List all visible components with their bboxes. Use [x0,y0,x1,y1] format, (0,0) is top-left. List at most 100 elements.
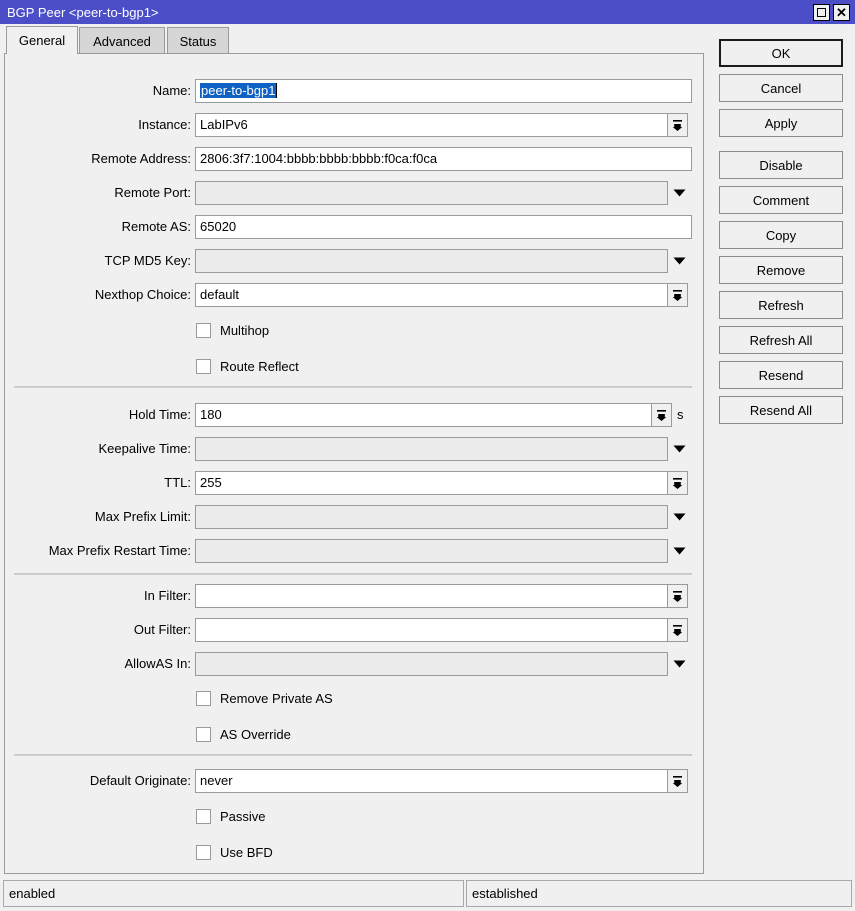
keepalive-time-dropdown-button[interactable] [668,437,690,461]
maximize-icon [817,8,826,17]
field-row-max-prefix-limit: Max Prefix Limit: [5,505,700,529]
remote-address-label: Remote Address: [5,147,191,171]
comment-button[interactable]: Comment [719,186,843,214]
tab-advanced[interactable]: Advanced [79,27,165,54]
down-to-end-icon [672,624,683,637]
route-reflect-label: Route Reflect [220,359,299,374]
hold-time-dropdown-button[interactable] [651,403,672,427]
out-filter-dropdown-button[interactable] [667,618,688,642]
chevron-down-icon [673,547,686,555]
default-originate-dropdown-button[interactable] [667,769,688,793]
hold-time-input[interactable]: 180 [195,403,652,427]
passive-checkbox[interactable] [196,809,211,824]
ok-button[interactable]: OK [719,39,843,67]
name-input[interactable]: peer-to-bgp1 [195,79,692,103]
close-button[interactable]: ✕ [833,4,850,21]
keepalive-time-input[interactable] [195,437,668,461]
passive-checkbox-row[interactable]: Passive [196,805,266,827]
remote-address-input[interactable]: 2806:3f7:1004:bbbb:bbbb:bbbb:f0ca:f0ca [195,147,692,171]
disable-button[interactable]: Disable [719,151,843,179]
route-reflect-checkbox[interactable] [196,359,211,374]
chevron-down-icon [673,513,686,521]
ttl-dropdown-button[interactable] [667,471,688,495]
out-filter-input[interactable] [195,618,668,642]
allowas-in-input[interactable] [195,652,668,676]
nexthop-choice-input[interactable]: default [195,283,668,307]
nexthop-choice-dropdown-button[interactable] [667,283,688,307]
instance-dropdown-button[interactable] [667,113,688,137]
in-filter-label: In Filter: [5,584,191,608]
default-originate-label: Default Originate: [5,769,191,793]
field-row-remote-as: Remote AS: 65020 [5,215,700,239]
max-prefix-restart-time-dropdown-button[interactable] [668,539,690,563]
instance-input[interactable]: LabIPv6 [195,113,668,137]
tcp-md5-key-dropdown-button[interactable] [668,249,690,273]
as-override-checkbox-row[interactable]: AS Override [196,723,291,745]
remote-as-label: Remote AS: [5,215,191,239]
out-filter-label: Out Filter: [5,618,191,642]
resend-all-button[interactable]: Resend All [719,396,843,424]
in-filter-dropdown-button[interactable] [667,584,688,608]
multihop-checkbox[interactable] [196,323,211,338]
refresh-all-button[interactable]: Refresh All [719,326,843,354]
general-tab-panel: Name: peer-to-bgp1 Instance: LabIPv6 Rem… [4,53,704,874]
remote-port-dropdown-button[interactable] [668,181,690,205]
as-override-checkbox[interactable] [196,727,211,742]
multihop-checkbox-row[interactable]: Multihop [196,319,269,341]
field-row-max-prefix-restart-time: Max Prefix Restart Time: [5,539,700,563]
remote-port-label: Remote Port: [5,181,191,205]
section-divider-3 [14,754,692,756]
use-bfd-checkbox[interactable] [196,845,211,860]
down-to-end-icon [656,409,667,422]
copy-button[interactable]: Copy [719,221,843,249]
field-row-remote-address: Remote Address: 2806:3f7:1004:bbbb:bbbb:… [5,147,700,171]
field-row-tcp-md5-key: TCP MD5 Key: [5,249,700,273]
window-titlebar: BGP Peer <peer-to-bgp1> ✕ [0,0,855,24]
max-prefix-restart-time-label: Max Prefix Restart Time: [5,539,191,563]
tab-status-label: Status [180,34,217,49]
status-bar: enabled established [0,880,855,911]
tab-general[interactable]: General [6,26,78,54]
remote-port-input[interactable] [195,181,668,205]
ttl-input[interactable]: 255 [195,471,668,495]
max-prefix-limit-dropdown-button[interactable] [668,505,690,529]
maximize-button[interactable] [813,4,830,21]
field-row-out-filter: Out Filter: [5,618,700,642]
default-originate-input[interactable]: never [195,769,668,793]
tab-advanced-label: Advanced [93,34,151,49]
allowas-in-label: AllowAS In: [5,652,191,676]
apply-button[interactable]: Apply [719,109,843,137]
allowas-in-dropdown-button[interactable] [668,652,690,676]
name-label: Name: [5,79,191,103]
max-prefix-limit-label: Max Prefix Limit: [5,505,191,529]
field-row-name: Name: peer-to-bgp1 [5,79,700,103]
resend-button[interactable]: Resend [719,361,843,389]
tab-status[interactable]: Status [167,27,229,54]
tcp-md5-key-input[interactable] [195,249,668,273]
action-button-column: OK Cancel Apply Disable Comment Copy Rem… [719,39,843,431]
status-enabled-pane: enabled [3,880,464,907]
field-row-in-filter: In Filter: [5,584,700,608]
chevron-down-icon [673,660,686,668]
keepalive-time-label: Keepalive Time: [5,437,191,461]
section-divider-1 [14,386,692,388]
down-to-end-icon [672,477,683,490]
multihop-label: Multihop [220,323,269,338]
remote-as-input[interactable]: 65020 [195,215,692,239]
use-bfd-checkbox-row[interactable]: Use BFD [196,841,273,863]
name-input-value: peer-to-bgp1 [200,83,276,98]
field-row-keepalive-time: Keepalive Time: [5,437,700,461]
field-row-default-originate: Default Originate: never [5,769,700,793]
in-filter-input[interactable] [195,584,668,608]
remove-private-as-checkbox-row[interactable]: Remove Private AS [196,687,333,709]
remove-button[interactable]: Remove [719,256,843,284]
refresh-button[interactable]: Refresh [719,291,843,319]
max-prefix-limit-input[interactable] [195,505,668,529]
remove-private-as-checkbox[interactable] [196,691,211,706]
hold-time-unit: s [677,403,684,427]
cancel-button[interactable]: Cancel [719,74,843,102]
route-reflect-checkbox-row[interactable]: Route Reflect [196,355,299,377]
remove-private-as-label: Remove Private AS [220,691,333,706]
max-prefix-restart-time-input[interactable] [195,539,668,563]
window-title: BGP Peer <peer-to-bgp1> [0,5,813,20]
